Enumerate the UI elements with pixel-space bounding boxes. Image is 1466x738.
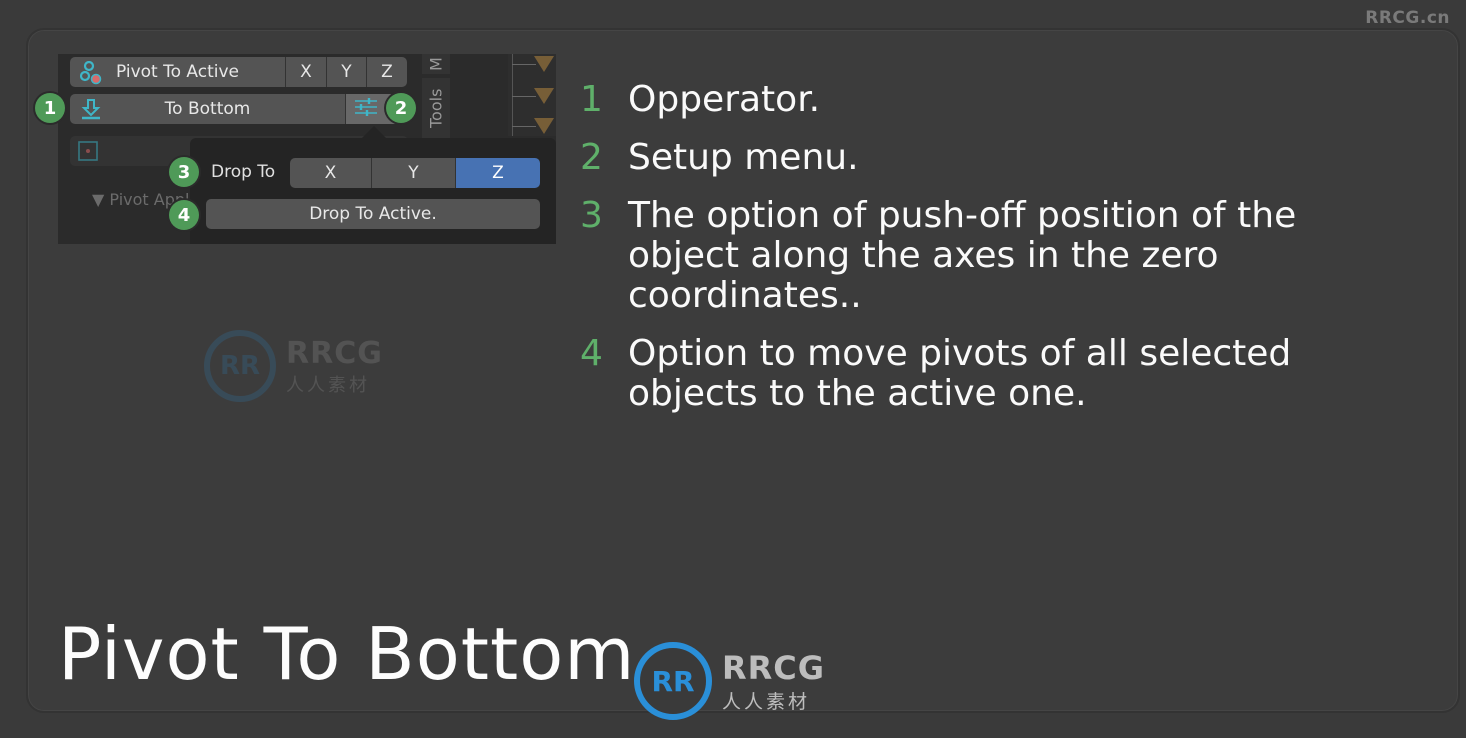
node-tree-background [508,54,556,136]
addon-panel-screenshot: M Tools Pivot To Active X Y Z To Bottom … [58,54,556,244]
pivot-circles-icon [79,60,104,90]
watermark-faint: RR RRCG 人人素材 [204,330,383,402]
to-bottom-row: To Bottom [70,94,407,124]
badge-3: 3 [169,157,199,187]
triangle-icon [534,56,554,72]
side-tab-tools[interactable]: Tools [422,78,450,138]
description-item: 4 Option to move pivots of all selected … [580,334,1400,414]
description-text: Setup menu. [628,137,859,178]
description-item: 1 Opperator. [580,80,1400,120]
watermark-logo: RR RRCG 人人素材 [634,642,825,720]
sliders-icon [354,97,378,122]
badge-1: 1 [35,93,65,123]
description-list: 1 Opperator. 2 Setup menu. 3 The option … [580,80,1400,424]
badge-2: 2 [386,93,416,123]
page-title: Pivot To Bottom [58,612,636,696]
description-text: The option of push-off position of the o… [628,195,1297,316]
rrcg-logo-icon: RR [634,642,712,720]
drop-axis-y-button[interactable]: Y [372,158,456,188]
drop-to-active-row: Drop To Active. [206,199,540,229]
drop-to-active-button[interactable]: Drop To Active. [206,199,540,229]
to-bottom-button[interactable]: To Bottom [70,94,346,124]
drop-to-axis-group: X Y Z [290,158,540,188]
description-item: 3 The option of push-off position of the… [580,196,1400,316]
pivot-to-active-button[interactable]: Pivot To Active [70,57,286,87]
description-number: 4 [580,333,603,374]
description-number: 3 [580,195,603,236]
download-arrow-icon [80,98,102,127]
triangle-icon [534,88,554,104]
pivot-to-active-row: Pivot To Active X Y Z [70,57,407,87]
description-number: 2 [580,137,603,178]
setup-popup: Drop To X Y Z Drop To Active. [190,138,556,244]
rrcg-logo-icon: RR [204,330,276,402]
description-text: Option to move pivots of all selected ob… [628,333,1292,414]
triangle-icon [534,118,554,134]
pivot-axis-x-button[interactable]: X [286,57,327,87]
description-number: 1 [580,79,603,120]
badge-4: 4 [169,200,199,230]
drop-axis-z-button[interactable]: Z [456,158,540,188]
pivot-axis-y-button[interactable]: Y [327,57,367,87]
drop-to-label: Drop To [211,162,276,182]
site-watermark: RRCG.cn [1365,8,1450,28]
drop-axis-x-button[interactable]: X [290,158,372,188]
description-text: Opperator. [628,79,821,120]
pivot-axis-z-button[interactable]: Z [367,57,407,87]
bbox-icon [76,139,100,167]
side-tab-m[interactable]: M [422,54,450,74]
description-item: 2 Setup menu. [580,138,1400,178]
